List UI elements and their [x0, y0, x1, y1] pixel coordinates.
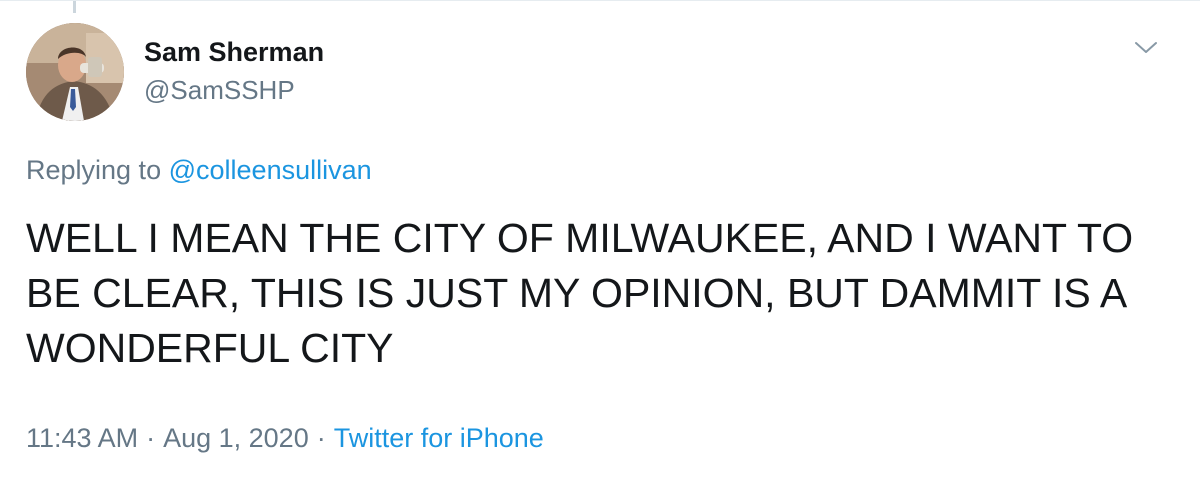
reply-context: Replying to @colleensullivan: [26, 153, 372, 187]
reply-mention-link[interactable]: @colleensullivan: [169, 155, 372, 185]
reply-context-prefix: Replying to: [26, 155, 162, 185]
tweet-time[interactable]: 11:43 AM: [26, 423, 138, 453]
avatar[interactable]: [26, 23, 124, 121]
separator-dot: ·: [146, 423, 156, 453]
thread-connector-line: [73, 1, 76, 13]
tweet-date[interactable]: Aug 1, 2020: [163, 423, 309, 453]
user-avatar-image: [26, 23, 124, 121]
author-handle[interactable]: @SamSSHP: [144, 74, 295, 106]
more-options-button[interactable]: [1126, 31, 1166, 65]
tweet-text: WELL I MEAN THE CITY OF MILWAUKEE, AND I…: [26, 215, 1134, 371]
tweet-card: Sam Sherman @SamSSHP Replying to @collee…: [0, 0, 1200, 484]
tweet-metadata: 11:43 AM · Aug 1, 2020 · Twitter for iPhone: [26, 421, 544, 455]
author-display-name[interactable]: Sam Sherman: [144, 35, 324, 69]
separator-dot: ·: [316, 423, 326, 453]
chevron-down-icon: [1135, 42, 1157, 53]
tweet-source-link[interactable]: Twitter for iPhone: [334, 423, 544, 453]
